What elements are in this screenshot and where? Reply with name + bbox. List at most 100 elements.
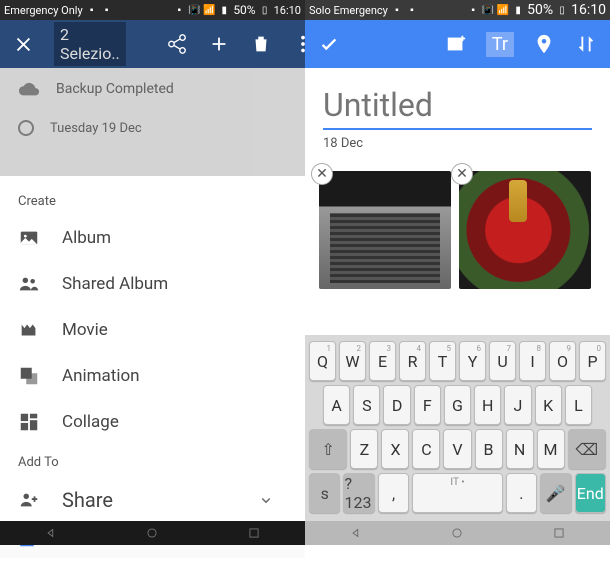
key-v[interactable]: V bbox=[443, 429, 471, 469]
key-f[interactable]: F bbox=[414, 385, 441, 425]
key-w[interactable]: W2 bbox=[339, 341, 366, 381]
key-backspace[interactable]: ⌫ bbox=[568, 429, 606, 469]
backup-text: Backup Completed bbox=[56, 81, 174, 97]
image-icon bbox=[18, 227, 40, 249]
kb-row-3: ⇧ Z X C V B N M ⌫ bbox=[309, 429, 606, 469]
key-e[interactable]: E3 bbox=[369, 341, 396, 381]
key-j[interactable]: J bbox=[504, 385, 531, 425]
nav-back[interactable] bbox=[42, 524, 60, 542]
add-icon[interactable] bbox=[208, 32, 230, 56]
menu-item-shared-album[interactable]: Shared Album bbox=[0, 261, 305, 307]
menu-item-album[interactable]: Album bbox=[0, 215, 305, 261]
status-bar: Solo Emergency ▪ ▪ ▪ 📳 📶 ▮ 50% ▯ 16:10 bbox=[305, 0, 610, 20]
nav-bar bbox=[305, 521, 610, 545]
nav-recent[interactable] bbox=[245, 524, 263, 542]
wifi-icon: 📶 bbox=[497, 4, 509, 16]
key-h[interactable]: H bbox=[474, 385, 501, 425]
left-screen: Emergency Only ▪ ▪ ▪ 📳 📶 ▮ 50% ▯ 16:10 2… bbox=[0, 0, 305, 545]
key-shift[interactable]: ⇧ bbox=[309, 429, 347, 469]
carrier-text: Emergency Only bbox=[4, 4, 83, 17]
add-to-section-label: Add To bbox=[0, 445, 305, 476]
cloud-icon bbox=[18, 78, 40, 100]
key-t[interactable]: T5 bbox=[429, 341, 456, 381]
status-bar: Emergency Only ▪ ▪ ▪ 📳 📶 ▮ 50% ▯ 16:10 bbox=[0, 0, 305, 20]
date-row: Tuesday 19 Dec bbox=[0, 110, 305, 146]
menu-label: Shared Album bbox=[62, 274, 168, 294]
app-icon: ▪ bbox=[86, 4, 98, 16]
key-n[interactable]: N bbox=[506, 429, 534, 469]
key-k[interactable]: K bbox=[535, 385, 562, 425]
key-c[interactable]: C bbox=[412, 429, 440, 469]
check-icon[interactable] bbox=[317, 32, 341, 56]
key-comma[interactable]: , bbox=[378, 473, 409, 513]
signal-icon: ▮ bbox=[218, 4, 230, 16]
key-p[interactable]: P0 bbox=[579, 341, 606, 381]
carrier-text: Solo Emergency bbox=[309, 4, 388, 17]
editor-area: 18 Dec bbox=[305, 68, 610, 161]
remove-photo-icon[interactable]: ✕ bbox=[311, 163, 333, 185]
right-screen: Solo Emergency ▪ ▪ ▪ 📳 📶 ▮ 50% ▯ 16:10 T… bbox=[305, 0, 610, 545]
menu-item-movie[interactable]: Movie bbox=[0, 307, 305, 353]
create-section-label: Create bbox=[0, 184, 305, 215]
photo-thumbnails: ✕ ✕ bbox=[305, 161, 610, 299]
text-tool-button[interactable]: Tr bbox=[486, 32, 514, 57]
sort-icon[interactable] bbox=[574, 32, 598, 56]
action-bar: 2 Selezio.. bbox=[0, 20, 305, 68]
key-a[interactable]: A bbox=[323, 385, 350, 425]
photo-thumb-laptop[interactable]: ✕ bbox=[319, 171, 451, 289]
photo-thumb-flowers[interactable]: ✕ bbox=[459, 171, 591, 289]
menu-label: Share bbox=[62, 488, 113, 512]
location-icon[interactable] bbox=[532, 32, 556, 56]
key-y[interactable]: Y6 bbox=[459, 341, 486, 381]
key-i[interactable]: I8 bbox=[519, 341, 546, 381]
movie-icon bbox=[18, 319, 40, 341]
menu-item-share[interactable]: Share bbox=[0, 476, 305, 524]
key-swipe[interactable]: s bbox=[309, 473, 340, 513]
nav-recent[interactable] bbox=[550, 524, 568, 542]
key-d[interactable]: D bbox=[383, 385, 410, 425]
key-b[interactable]: B bbox=[475, 429, 503, 469]
key-mic[interactable]: 🎤 bbox=[540, 473, 571, 513]
key-l[interactable]: L bbox=[565, 385, 592, 425]
menu-item-animation[interactable]: Animation bbox=[0, 353, 305, 399]
date-text: Tuesday 19 Dec bbox=[50, 121, 142, 136]
battery-icon: ▯ bbox=[556, 4, 568, 16]
key-period[interactable]: . bbox=[506, 473, 537, 513]
kb-row-1: Q1 W2 E3 R4 T5 Y6 U7 I8 O9 P0 bbox=[309, 341, 606, 381]
title-input[interactable] bbox=[323, 86, 592, 130]
vibrate-icon: 📳 bbox=[188, 4, 200, 16]
bottom-sheet: Create Album Shared Album Movie Animatio… bbox=[0, 176, 305, 566]
radio-icon[interactable] bbox=[18, 120, 34, 136]
key-m[interactable]: M bbox=[537, 429, 565, 469]
app-icon: ▪ bbox=[406, 4, 418, 16]
wifi-icon: 📶 bbox=[203, 4, 215, 16]
key-u[interactable]: U7 bbox=[489, 341, 516, 381]
nfc-icon: ▪ bbox=[467, 4, 479, 16]
key-z[interactable]: Z bbox=[350, 429, 378, 469]
key-symbols[interactable]: ?123 bbox=[343, 473, 374, 513]
key-o[interactable]: O9 bbox=[549, 341, 576, 381]
menu-item-collage[interactable]: Collage bbox=[0, 399, 305, 445]
add-image-icon[interactable] bbox=[444, 32, 468, 56]
selection-count: 2 Selezio.. bbox=[54, 22, 126, 66]
menu-label: Movie bbox=[62, 320, 108, 340]
key-q[interactable]: Q1 bbox=[309, 341, 336, 381]
app-icon: ▪ bbox=[101, 4, 113, 16]
backup-status-row: Backup Completed bbox=[0, 68, 305, 110]
nav-home[interactable] bbox=[143, 524, 161, 542]
key-s[interactable]: S bbox=[353, 385, 380, 425]
trash-icon[interactable] bbox=[250, 32, 272, 56]
nav-back[interactable] bbox=[347, 524, 365, 542]
key-end[interactable]: End bbox=[575, 473, 606, 513]
key-r[interactable]: R4 bbox=[399, 341, 426, 381]
key-space[interactable]: IT • bbox=[412, 473, 502, 513]
dimmed-overlay: Backup Completed Tuesday 19 Dec bbox=[0, 68, 305, 176]
battery-icon: ▯ bbox=[259, 4, 271, 16]
key-x[interactable]: X bbox=[381, 429, 409, 469]
nav-home[interactable] bbox=[448, 524, 466, 542]
key-g[interactable]: G bbox=[444, 385, 471, 425]
close-icon[interactable] bbox=[12, 32, 34, 56]
action-bar: Tr bbox=[305, 20, 610, 68]
remove-photo-icon[interactable]: ✕ bbox=[451, 163, 473, 185]
share-icon[interactable] bbox=[166, 32, 188, 56]
